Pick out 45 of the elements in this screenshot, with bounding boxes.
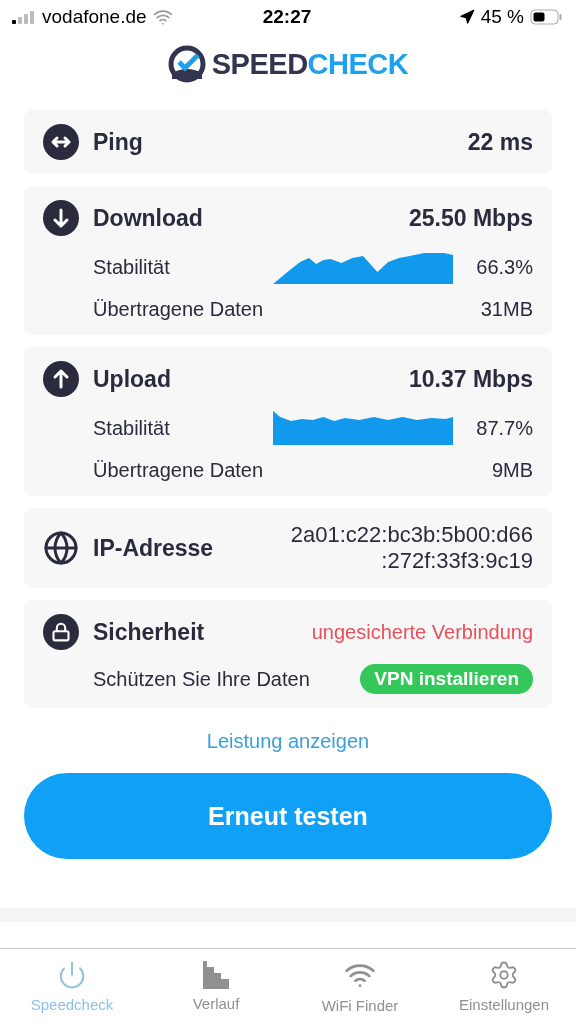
- speed-value: 25.50 Mbps: [409, 204, 533, 232]
- carrier-name: vodafone.de: [42, 6, 147, 28]
- result-label: Download: [93, 204, 203, 232]
- logo-icon: [167, 45, 206, 83]
- tab[interactable]: WiFi Finder: [288, 949, 432, 1024]
- settings-icon: [489, 960, 519, 990]
- security-status: ungesicherte Verbindung: [311, 620, 533, 644]
- logo-text: CHECK: [307, 47, 409, 80]
- download-icon: [43, 200, 79, 236]
- ping-label: Ping: [93, 128, 143, 156]
- retest-button[interactable]: Erneut testen: [24, 773, 552, 859]
- ip-address: :272f:33f3:9c19: [381, 548, 533, 574]
- wifi-icon: [152, 7, 173, 27]
- upload-icon: [43, 361, 79, 397]
- security-label: Sicherheit: [93, 618, 205, 646]
- ip-address: 2a01:c22:bc3b:5b00:d66: [290, 522, 533, 548]
- battery-percent: 45 %: [480, 6, 524, 28]
- power-icon: [57, 960, 87, 990]
- globe-icon: [43, 530, 79, 566]
- battery-icon: [530, 9, 562, 25]
- tab[interactable]: Verlauf: [144, 949, 288, 1024]
- performance-link[interactable]: Leistung anzeigen: [206, 730, 370, 753]
- result-label: Upload: [93, 365, 171, 393]
- tab[interactable]: Speedcheck: [0, 949, 144, 1024]
- ip-label: IP-Adresse: [93, 534, 214, 562]
- stability-value: 87.7%: [475, 416, 533, 440]
- protect-text: Schützen Sie Ihre Daten: [93, 667, 310, 691]
- tab[interactable]: Einstellungen: [432, 949, 576, 1024]
- arrows-icon: [43, 124, 79, 160]
- stability-label: Stabilität: [93, 416, 170, 440]
- lock-icon: [43, 614, 79, 650]
- signal-icon: [12, 10, 36, 24]
- location-icon: [458, 9, 475, 25]
- clock: 22:27: [262, 6, 312, 28]
- data-value: 9MB: [491, 459, 533, 482]
- data-label: Übertragene Daten: [93, 298, 264, 321]
- data-label: Übertragene Daten: [93, 459, 264, 482]
- stability-label: Stabilität: [93, 255, 170, 279]
- logo-text: SPEED: [211, 47, 308, 80]
- data-value: 31MB: [480, 298, 533, 321]
- stability-value: 66.3%: [475, 255, 533, 279]
- bar-chart-icon: [202, 961, 230, 989]
- ping-value: 22 ms: [467, 128, 533, 156]
- vpn-button[interactable]: VPN installieren: [360, 664, 533, 694]
- speed-value: 10.37 Mbps: [409, 365, 533, 393]
